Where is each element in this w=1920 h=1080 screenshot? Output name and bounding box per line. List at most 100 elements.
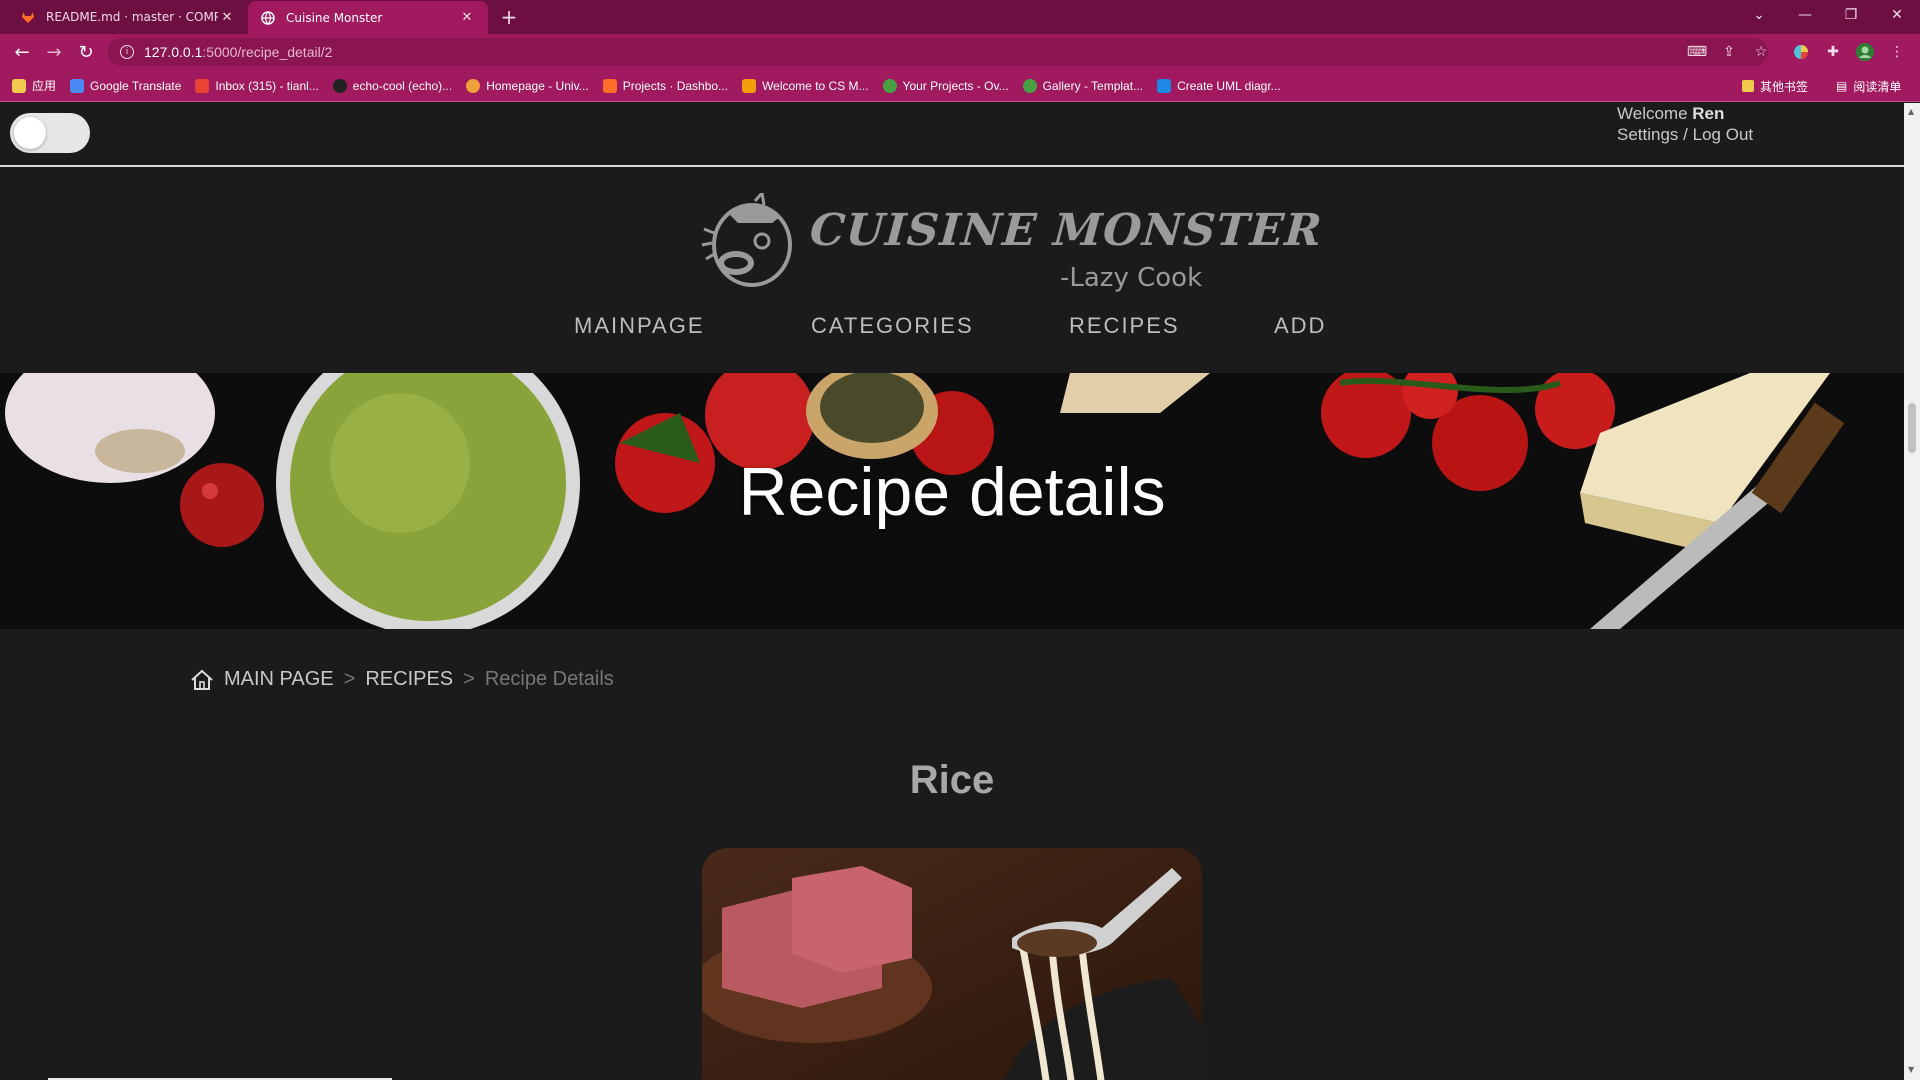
username: Ren [1692, 104, 1725, 123]
browser-tab-strip: README.md · master · COMP3 ✕ Cuisine Mon… [0, 0, 1920, 34]
recipe-image [702, 848, 1202, 1080]
recipe-title: Rice [909, 758, 995, 802]
bookmark-label: Google Translate [90, 78, 182, 93]
bookmark-google-translate[interactable]: Google Translate [70, 78, 182, 93]
dark-mode-toggle[interactable] [10, 113, 90, 153]
close-icon[interactable]: ✕ [218, 8, 236, 26]
welcome-line: Welcome Ren [1617, 103, 1753, 124]
univ-icon [466, 78, 481, 93]
user-box: Welcome Ren Settings / Log Out [1617, 103, 1753, 145]
reading-list[interactable]: ▤ 阅读清单 [1836, 70, 1901, 102]
account-links: Settings / Log Out [1617, 124, 1753, 145]
reading-list-label: 阅读清单 [1853, 79, 1902, 94]
bookmark-github[interactable]: echo-cool (echo)... [332, 78, 453, 93]
bookmark-uml[interactable]: Create UML diagr... [1157, 78, 1281, 93]
bookmarks-bar: 应用 Google Translate Inbox (315) - tianl.… [0, 70, 1920, 102]
logout-link[interactable]: Log Out [1693, 125, 1754, 144]
reading-list-icon: ▤ [1836, 79, 1848, 93]
breadcrumb-home[interactable]: MAIN PAGE [224, 668, 334, 691]
menu-dots-icon[interactable]: ⋮ [1888, 43, 1906, 61]
back-arrow-icon[interactable]: ← [10, 40, 34, 64]
globe-icon [260, 10, 276, 26]
top-bar: Welcome Ren Settings / Log Out [0, 103, 1904, 167]
page-content: Welcome Ren Settings / Log Out CUISINE M… [0, 103, 1904, 1080]
scroll-thumb[interactable] [1908, 403, 1916, 453]
other-bookmarks-label: 其他书签 [1760, 79, 1809, 94]
bookmark-label: echo-cool (echo)... [352, 78, 453, 93]
home-icon[interactable] [190, 669, 214, 691]
address-bar[interactable]: i 127.0.0.1:5000/recipe_detail/2 [108, 38, 1768, 66]
bookmark-label: Homepage - Univ... [486, 78, 589, 93]
breadcrumb-recipes[interactable]: RECIPES [365, 668, 453, 691]
bookmark-overleaf-projects[interactable]: Your Projects - Ov... [882, 78, 1009, 93]
cs-icon [742, 78, 757, 93]
page-scrollbar[interactable]: ▲ ▼ [1904, 103, 1920, 1080]
breadcrumb-separator: > [343, 668, 356, 690]
monster-mascot-icon [701, 193, 792, 287]
bookmark-inbox[interactable]: Inbox (315) - tianl... [195, 78, 319, 93]
restore-button[interactable]: ❐ [1828, 0, 1874, 30]
bookmark-label: Projects · Dashbo... [622, 78, 729, 93]
folder-icon [1742, 80, 1754, 92]
toggle-knob [14, 117, 46, 149]
site-logo[interactable]: CUISINE MONSTER -Lazy Cook [700, 183, 1324, 298]
logo-tagline: -Lazy Cook [1060, 263, 1203, 293]
gitlab-icon [602, 78, 617, 93]
overleaf-icon [882, 78, 897, 93]
bookmark-label: Inbox (315) - tianl... [215, 78, 319, 93]
scroll-up-icon[interactable]: ▲ [1908, 107, 1916, 116]
bookmark-cs[interactable]: Welcome to CS M... [742, 78, 869, 93]
close-window-button[interactable]: ✕ [1874, 0, 1920, 30]
share-icon[interactable]: ⇪ [1720, 43, 1738, 61]
bookmark-overleaf-gallery[interactable]: Gallery - Templat... [1022, 78, 1144, 93]
star-icon[interactable]: ☆ [1752, 43, 1770, 61]
translate-icon[interactable]: ⌨ [1687, 43, 1707, 61]
breadcrumb-current: Recipe Details [484, 668, 614, 690]
browser-tab-active[interactable]: Cuisine Monster ✕ [248, 1, 488, 34]
tab-title: Cuisine Monster [286, 10, 383, 25]
bookmark-projects[interactable]: Projects · Dashbo... [602, 78, 729, 93]
github-icon [332, 78, 347, 93]
bookmark-homepage[interactable]: Homepage - Univ... [466, 78, 589, 93]
recipe-photo [702, 848, 1202, 1080]
bookmark-label: 应用 [32, 79, 57, 93]
nav-recipes[interactable]: RECIPES [1069, 313, 1180, 339]
minimize-button[interactable]: — [1782, 0, 1828, 30]
other-bookmarks[interactable]: 其他书签 [1742, 70, 1808, 102]
scroll-down-icon[interactable]: ▼ [1908, 1065, 1916, 1074]
forward-arrow-icon[interactable]: → [42, 40, 66, 64]
tab-title: README.md · master · COMP3 [46, 10, 218, 24]
logo-name: CUISINE MONSTER [808, 205, 1325, 256]
apps-icon [12, 78, 26, 93]
extension-color-icon[interactable] [1792, 43, 1810, 61]
bookmark-label: Gallery - Templat... [1042, 78, 1144, 93]
reload-icon[interactable]: ↻ [74, 40, 98, 64]
breadcrumb-separator: > [463, 668, 475, 690]
url-host: 127.0.0.1 [144, 44, 203, 60]
nav-add[interactable]: ADD [1274, 313, 1326, 339]
new-tab-button[interactable]: + [498, 5, 520, 29]
hero-title: Recipe details [738, 454, 1166, 530]
nav-mainpage[interactable]: MAINPAGE [574, 313, 705, 339]
settings-link[interactable]: Settings [1617, 125, 1678, 144]
bookmark-label: Create UML diagr... [1177, 78, 1281, 93]
tab-search-icon[interactable]: ⌄ [1736, 0, 1782, 30]
avatar[interactable] [1856, 43, 1874, 61]
close-icon[interactable]: ✕ [458, 9, 476, 27]
hero-banner: Recipe details [0, 373, 1904, 629]
link-divider: / [1683, 125, 1688, 144]
bookmark-apps[interactable]: 应用 [12, 77, 56, 94]
overleaf-icon [1022, 78, 1037, 93]
puzzle-icon[interactable]: ✚ [1824, 43, 1842, 61]
translate-icon [70, 78, 85, 93]
bookmark-label: Your Projects - Ov... [902, 78, 1009, 93]
uml-icon [1157, 78, 1172, 93]
info-icon[interactable]: i [120, 45, 134, 59]
browser-tab[interactable]: README.md · master · COMP3 ✕ [8, 0, 248, 34]
breadcrumb: MAIN PAGE > RECIPES > Recipe Details [190, 668, 614, 691]
main-nav: MAINPAGE CATEGORIES RECIPES ADD [0, 313, 1904, 353]
nav-categories[interactable]: CATEGORIES [811, 313, 974, 339]
url-path: :5000/recipe_detail/2 [202, 44, 333, 60]
welcome-text: Welcome [1617, 104, 1688, 123]
gmail-icon [195, 78, 210, 93]
